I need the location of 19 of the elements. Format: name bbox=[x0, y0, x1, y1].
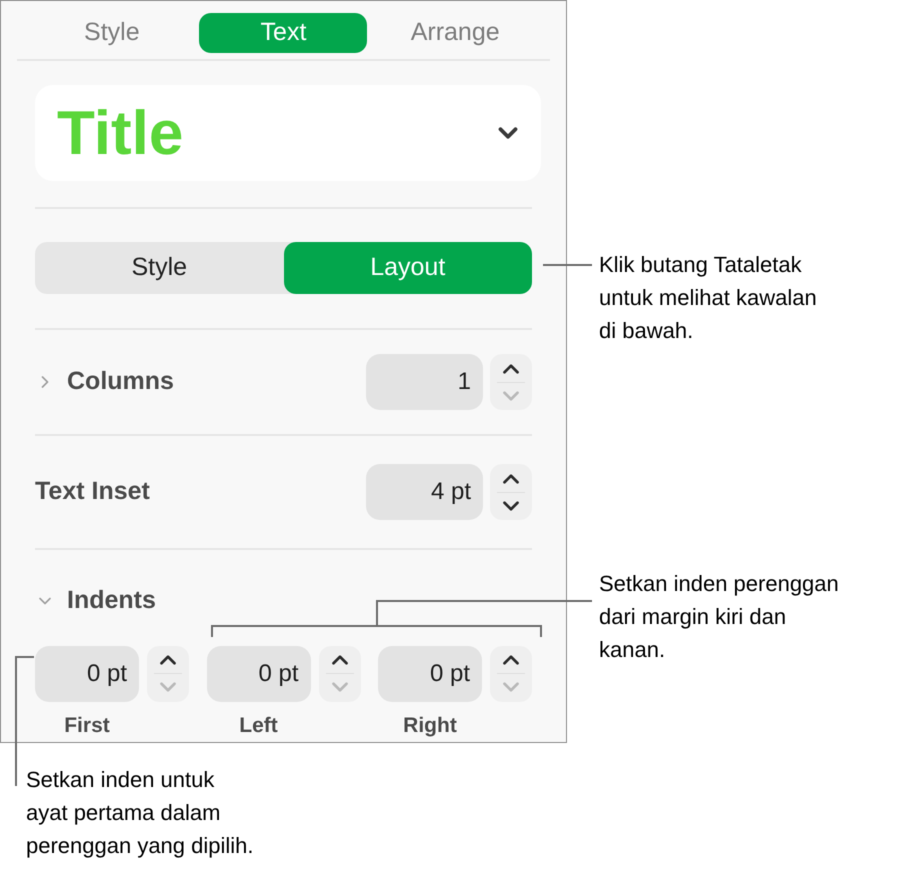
callout-text: Klik butang Tataletak untuk melihat kawalan di bawah. bbox=[599, 251, 818, 345]
inspector-tab[interactable]: Style bbox=[76, 13, 148, 53]
value-field[interactable]: 0 pt bbox=[206, 646, 310, 702]
columns-disclosure[interactable]: Columns bbox=[35, 363, 174, 401]
indent-label: Left bbox=[238, 712, 279, 738]
inspector-tab[interactable]: Arrange bbox=[402, 13, 508, 53]
callout-text: Setkan inden perenggan dari margin kiri dan kanan. bbox=[599, 570, 840, 664]
value-field[interactable]: 0 pt bbox=[378, 646, 482, 702]
stepper[interactable] bbox=[490, 464, 532, 520]
indent-label: First bbox=[63, 712, 111, 738]
segment-tab[interactable]: Style bbox=[35, 242, 284, 294]
text-inset-label: Text Inset bbox=[35, 476, 150, 508]
value-field[interactable]: 0 pt bbox=[35, 646, 139, 702]
callout-text: Setkan inden untuk ayat pertama dalam perenggan yang dipilih. bbox=[26, 766, 255, 860]
indents-disclosure[interactable]: Indents bbox=[35, 582, 156, 620]
indent-label: Right bbox=[402, 712, 458, 738]
leader-line bbox=[543, 264, 592, 266]
value-field[interactable]: 4 pt bbox=[366, 464, 483, 520]
value-field[interactable]: 1 bbox=[366, 354, 483, 410]
